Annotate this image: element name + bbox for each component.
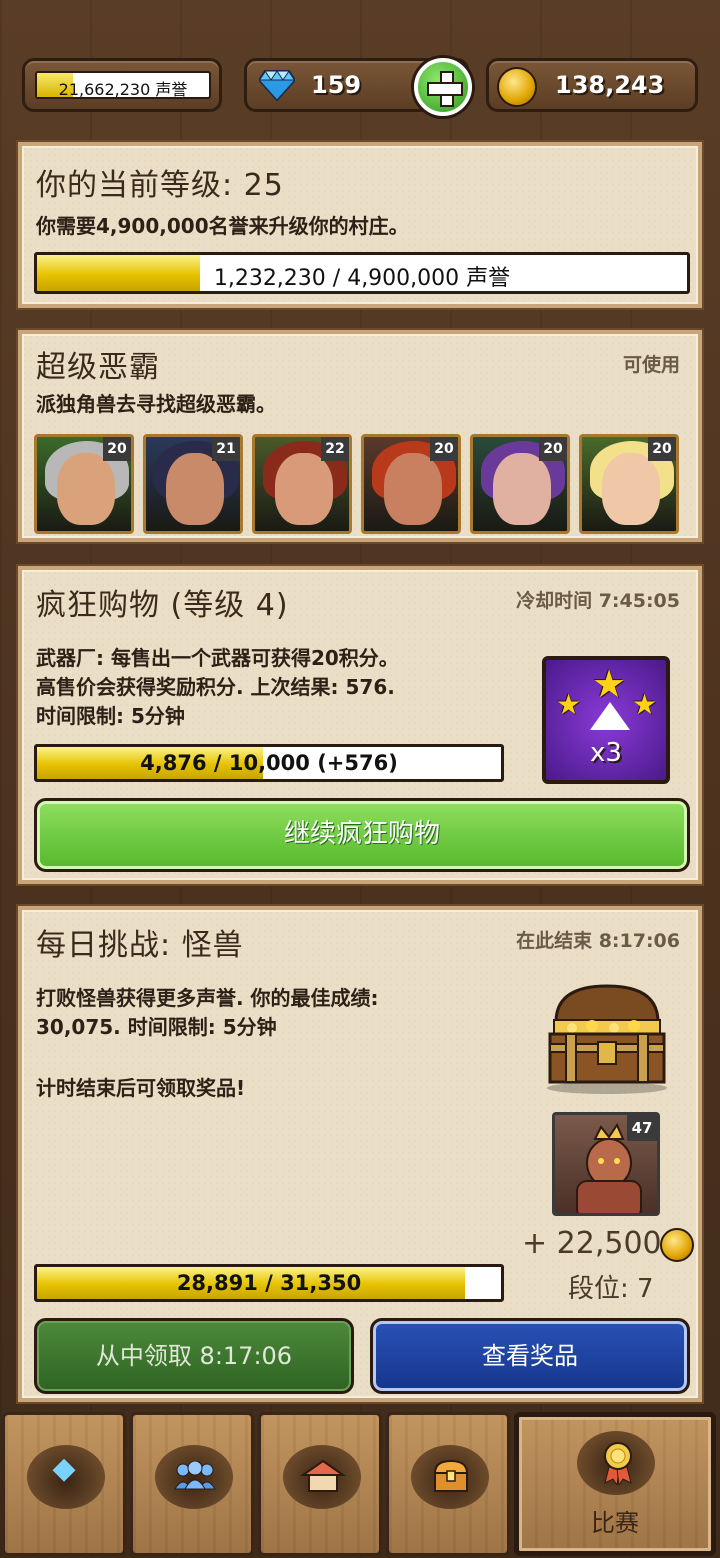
level-title: 你的当前等级: 25 (36, 168, 284, 203)
people-icon (174, 1461, 216, 1490)
hero-face (493, 453, 551, 525)
challenge-end-time: 在此结束 8:17:06 (516, 930, 680, 952)
bottom-navigation: ◆ 比赛 (0, 1408, 720, 1558)
hero-face (57, 453, 115, 525)
hero-level: 20 (430, 437, 458, 461)
shopping-progress-bar: 4,876 / 10,000 (+576) (34, 744, 504, 782)
shopping-cooldown: 冷却时间 7:45:05 (516, 590, 680, 612)
nav-tab-competition[interactable]: 比赛 (514, 1412, 716, 1556)
shopping-description-3: 时间限制: 5分钟 (36, 704, 185, 728)
triple-boost-item[interactable]: ★ ★ ★ x3 (542, 656, 670, 784)
diamond-icon (259, 70, 295, 101)
hero-level: 21 (212, 437, 240, 461)
house-icon (299, 1459, 347, 1492)
treasure-chest-icon (547, 984, 667, 1094)
star-icon: ★ (632, 688, 658, 721)
buy-gems-button[interactable] (414, 58, 472, 116)
nav-tab-village[interactable] (258, 1412, 382, 1556)
bully-title: 超级恶霸 (36, 350, 160, 385)
gem-count: 159 (311, 71, 362, 99)
gem-icon: ◆ (52, 1451, 76, 1486)
reward-amount: + 22,500 (522, 1226, 662, 1261)
level-panel: 你的当前等级: 25 你需要4,900,000名誉来升级你的村庄。 1,232,… (18, 142, 702, 308)
hero-purple-elf[interactable]: 20 (470, 434, 570, 534)
shopping-title: 疯狂购物 (等级 4) (36, 588, 289, 623)
reputation-counter[interactable]: 21,662,230 声誉 (22, 58, 222, 112)
level-progress-bar: 1,232,230 / 4,900,000 声誉 (34, 252, 690, 294)
shopping-progress-text: 4,876 / 10,000 (+576) (140, 751, 398, 775)
challenge-description-1: 打败怪兽获得更多声誉. 你的最佳成绩: (36, 986, 379, 1010)
gold-counter[interactable]: 138,243 (486, 58, 698, 112)
challenge-description-2: 30,075. 时间限制: 5分钟 (36, 1015, 277, 1039)
hero-level: 20 (539, 437, 567, 461)
continue-shopping-button[interactable]: 继续疯狂购物 (34, 798, 690, 872)
nav-tab-social[interactable] (130, 1412, 254, 1556)
hero-red-dwarf[interactable]: 20 (361, 434, 461, 534)
star-icon: ★ (556, 688, 582, 721)
hero-blonde-elf[interactable]: 20 (579, 434, 679, 534)
level-description: 你需要4,900,000名誉来升级你的村庄。 (36, 214, 409, 238)
boost-multiplier: x3 (590, 738, 622, 768)
hero-grey-haired-man[interactable]: 20 (34, 434, 134, 534)
gold-coin-icon (497, 67, 537, 107)
hero-level: 20 (648, 437, 676, 461)
shopping-spree-panel: 疯狂购物 (等级 4) 冷却时间 7:45:05 武器厂: 每售出一个武器可获得… (18, 566, 702, 884)
daily-challenge-panel: 每日挑战: 怪兽 在此结束 8:17:06 打败怪兽获得更多声誉. 你的最佳成绩… (18, 906, 702, 1402)
monster-level: 47 (627, 1115, 657, 1141)
hero-face (602, 453, 660, 525)
challenge-progress-bar: 28,891 / 31,350 (34, 1264, 504, 1302)
claim-reward-button[interactable]: 从中领取 8:17:06 (34, 1318, 354, 1394)
hero-red-bearded-warrior[interactable]: 22 (252, 434, 352, 534)
rank-text: 段位: 7 (568, 1274, 654, 1304)
star-icon: ★ (592, 662, 627, 706)
hero-dark-haired-woman[interactable]: 21 (143, 434, 243, 534)
hero-face (384, 453, 442, 525)
reputation-text: 21,662,230 声誉 (58, 80, 188, 99)
nav-tab-chest[interactable] (386, 1412, 510, 1556)
challenge-description-3: 计时结束后可领取奖品! (36, 1076, 246, 1100)
shopping-description-2: 高售价会获得奖励积分. 上次结果: 576. (36, 675, 395, 699)
chest-icon (433, 1459, 469, 1492)
gold-coin-icon (660, 1228, 694, 1262)
nav-tab-gems[interactable]: ◆ (2, 1412, 126, 1556)
bully-description: 派独角兽去寻找超级恶霸。 (36, 392, 276, 416)
monster-portrait[interactable]: 47 (552, 1112, 660, 1216)
hero-level: 22 (321, 437, 349, 461)
nav-label-competition: 比赛 (591, 1509, 639, 1537)
hero-level: 20 (103, 437, 131, 461)
challenge-progress-text: 28,891 / 31,350 (176, 1271, 362, 1295)
super-bully-panel[interactable]: 超级恶霸 可使用 派独角兽去寻找超级恶霸。 20 21 22 20 20 20 (18, 330, 702, 542)
shopping-description-1: 武器厂: 每售出一个武器可获得20积分。 (36, 646, 399, 670)
level-progress-text: 1,232,230 / 4,900,000 声誉 (213, 266, 511, 291)
gold-count: 138,243 (555, 71, 665, 99)
upgrade-arrow-icon (590, 702, 630, 730)
top-bar: 21,662,230 声誉 159 138,243 (0, 0, 720, 125)
view-rewards-button[interactable]: 查看奖品 (370, 1318, 690, 1394)
medal-icon (604, 1442, 632, 1485)
reputation-bar: 21,662,230 声誉 (35, 71, 211, 99)
hero-face (166, 453, 224, 525)
hero-face (275, 453, 333, 525)
challenge-title: 每日挑战: 怪兽 (36, 928, 244, 963)
bully-status: 可使用 (622, 354, 680, 376)
